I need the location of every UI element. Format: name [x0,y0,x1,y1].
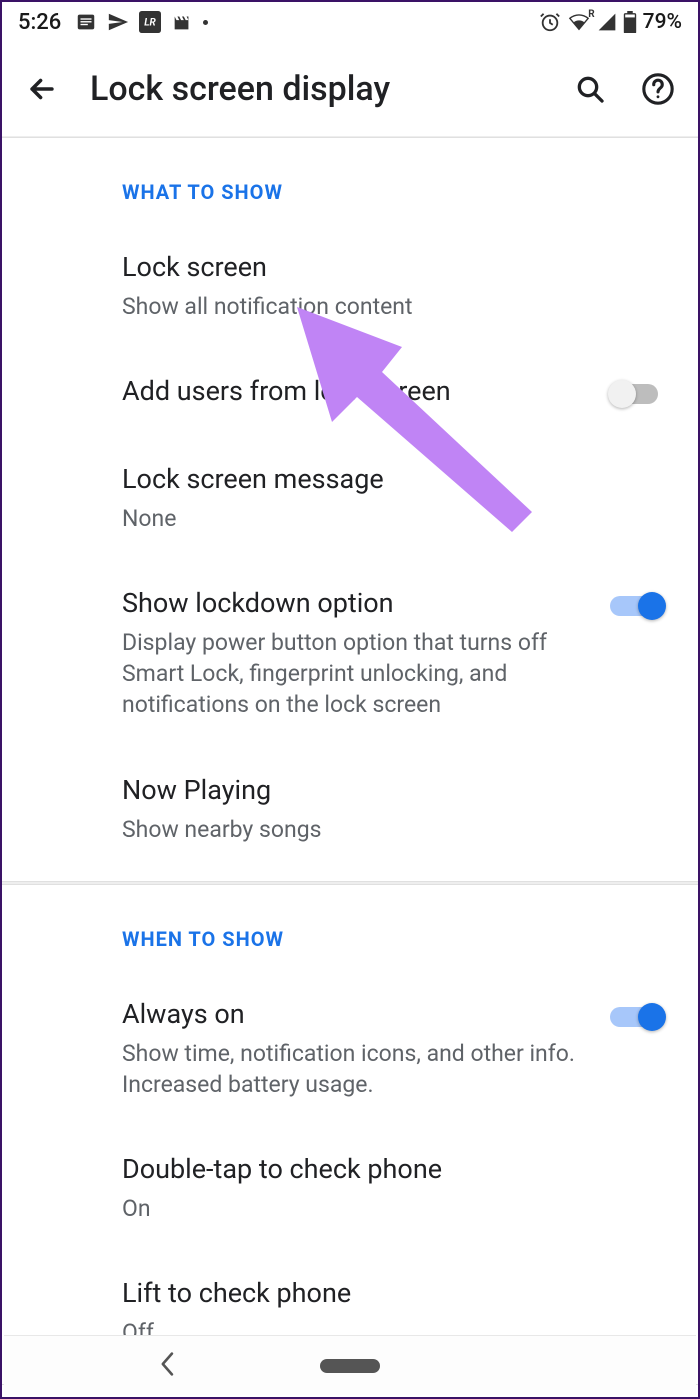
row-subtitle: On [122,1193,666,1224]
status-bar: 5:26 LR R 79% [2,2,698,42]
system-nav-bar [4,1335,696,1395]
row-title: Lift to check phone [122,1276,666,1311]
alarm-icon [539,11,561,33]
lock-screen-row[interactable]: Lock screen Show all notification conten… [2,224,698,348]
nav-home-pill[interactable] [320,1359,380,1373]
svg-text:LR: LR [145,18,157,29]
search-button[interactable] [570,69,610,109]
row-title: Lock screen [122,250,666,285]
app-bar: Lock screen display [2,42,698,137]
movie-icon [171,11,193,33]
lock-screen-message-row[interactable]: Lock screen message None [2,436,698,560]
row-subtitle: None [122,503,666,534]
more-notifications-icon [203,20,208,25]
row-subtitle: Show all notification content [122,291,666,322]
row-subtitle: Show time, notification icons, and other… [122,1038,590,1100]
row-subtitle: Show nearby songs [122,814,666,845]
battery-percent: 79% [643,10,682,34]
row-title: Double-tap to check phone [122,1152,666,1187]
always-on-row[interactable]: Always on Show time, notification icons,… [2,971,698,1126]
add-users-row[interactable]: Add users from lock screen [2,348,698,436]
status-time: 5:26 [18,10,61,35]
signal-icon [597,12,617,32]
send-icon [107,11,129,33]
row-subtitle: Display power button option that turns o… [122,627,590,720]
section-when-to-show: WHEN TO SHOW Always on Show time, notifi… [2,884,698,1385]
row-title: Show lockdown option [122,586,590,621]
now-playing-row[interactable]: Now Playing Show nearby songs [2,747,698,881]
row-title: Always on [122,997,590,1032]
add-users-toggle[interactable] [610,378,666,410]
row-title: Add users from lock screen [122,374,590,409]
lr-icon: LR [139,11,161,33]
row-title: Now Playing [122,773,666,808]
row-title: Lock screen message [122,462,666,497]
always-on-toggle[interactable] [610,1001,666,1033]
section-header: WHEN TO SHOW [2,885,698,971]
show-lockdown-row[interactable]: Show lockdown option Display power butto… [2,560,698,746]
battery-icon [623,11,637,33]
back-button[interactable] [22,69,62,109]
section-what-to-show: WHAT TO SHOW Lock screen Show all notifi… [2,137,698,882]
wifi-icon: R [567,11,591,33]
help-button[interactable] [638,69,678,109]
nav-back-button[interactable] [159,1351,177,1381]
double-tap-row[interactable]: Double-tap to check phone On [2,1126,698,1250]
message-icon [75,11,97,33]
show-lockdown-toggle[interactable] [610,590,666,622]
page-title: Lock screen display [90,69,542,109]
section-header: WHAT TO SHOW [2,138,698,224]
